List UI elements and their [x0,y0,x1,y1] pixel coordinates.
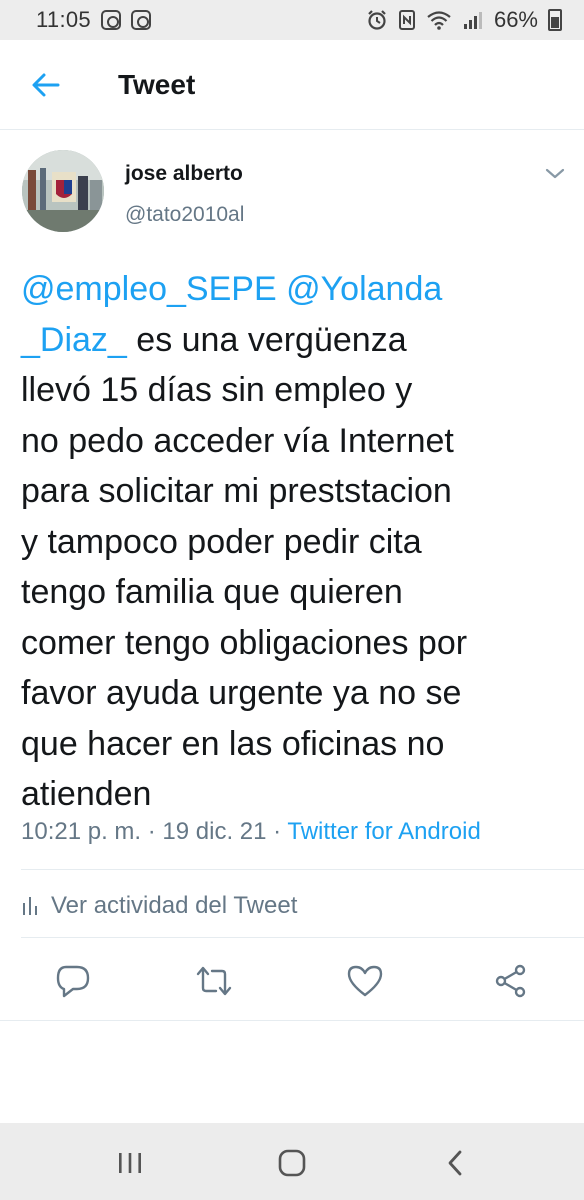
share-icon[interactable] [491,961,531,1001]
divider [21,869,584,870]
tweet-line: que hacer en las oficinas no [21,724,445,763]
divider [0,1020,584,1021]
battery-percent: 66% [493,7,538,32]
back-arrow-icon[interactable] [30,70,62,100]
status-right: 66% [366,7,562,33]
tweet-source-link[interactable]: Twitter for Android [287,818,480,845]
status-time: 11:05 [36,7,91,32]
wifi-icon [427,11,451,30]
recents-icon[interactable] [110,1148,150,1178]
tweet-timestamp: 10:21 p. m. · 19 dic. 21 · [21,818,288,845]
signal-icon [463,12,482,29]
tweet-line: y tampoco poder pedir cita [21,522,422,561]
tweet-activity-link[interactable]: Ver actividad del Tweet [21,892,297,920]
author-handle[interactable]: @tato2010al [125,203,244,227]
mention-link[interactable]: @Yolanda [286,270,442,308]
instagram-icon [100,10,121,30]
app-header: Tweet [0,40,584,130]
nfc-icon [398,10,415,30]
tweet-activity-label: Ver actividad del Tweet [51,892,298,919]
reply-icon[interactable] [53,961,93,1001]
avatar[interactable] [22,150,104,232]
home-icon[interactable] [272,1148,312,1178]
retweet-icon[interactable] [194,961,234,1001]
tweet-line-text: es una vergüenza [126,320,407,359]
tweet-line: _Diaz_ es una vergüenza [21,315,571,366]
divider [21,937,584,938]
analytics-icon [23,897,37,915]
tweet-line: atienden [21,775,152,813]
system-nav-bar [0,1123,584,1200]
alarm-icon [368,10,386,30]
status-left: 11:05 [36,7,151,33]
avatar-image [22,150,104,232]
tweet-meta: 10:21 p. m. · 19 dic. 21 · Twitter for A… [21,818,481,846]
tweet-line: favor ayuda urgente ya no se [21,674,462,712]
tweet-text: @empleo_SEPE @Yolanda _Diaz_ es una verg… [21,264,571,820]
tweet-line: @empleo_SEPE @Yolanda [21,264,571,315]
mention-link[interactable]: @empleo_SEPE [21,270,277,308]
page-title: Tweet [118,69,196,100]
tweet-line: no pedo acceder vía Internet [21,421,454,460]
author-name[interactable]: jose alberto [125,162,243,186]
tweet-line: para solicitar mi preststacion [21,472,452,510]
status-bar: 11:05 66% [0,0,584,40]
mention-link[interactable]: _Diaz_ [21,321,127,359]
battery-icon [548,9,562,31]
tweet-line: tengo familia que quieren [21,573,403,611]
like-icon[interactable] [345,961,385,1001]
chevron-down-icon[interactable] [540,164,570,184]
back-icon[interactable] [436,1148,476,1178]
tweet-line: comer tengo obligaciones por [21,623,468,662]
tweet-line: llevó 15 días sin empleo y [21,371,413,409]
instagram-icon [130,10,151,30]
